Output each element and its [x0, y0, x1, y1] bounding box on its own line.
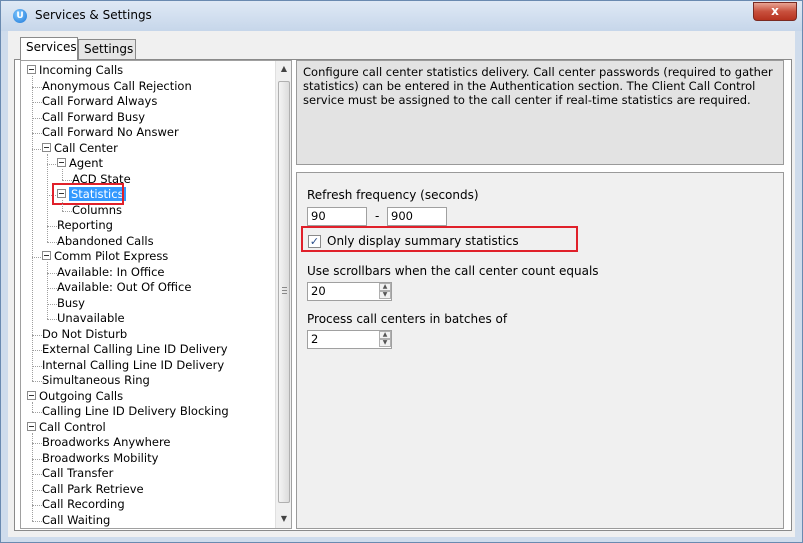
refresh-range-separator: -	[375, 209, 380, 223]
title-bar[interactable]: U Services & Settings x	[1, 1, 802, 31]
tab-services[interactable]: Services	[20, 37, 78, 60]
tree-item[interactable]: Broadworks Anywhere	[42, 435, 171, 450]
tree-item[interactable]: Incoming Calls	[27, 63, 123, 78]
tree-item[interactable]: Internal Calling Line ID Delivery	[42, 358, 224, 373]
scroll-thumb[interactable]	[278, 81, 290, 503]
tree-item-label: Reporting	[57, 218, 113, 232]
spin-down-icon[interactable]: ▼	[379, 291, 391, 299]
scrollbars-count-spinner[interactable]: 20 ▲ ▼	[307, 282, 392, 301]
tree-item[interactable]: Reporting	[57, 218, 113, 233]
tree-item[interactable]: Columns	[72, 203, 122, 218]
tree-item-label: External Calling Line ID Delivery	[42, 342, 228, 356]
collapse-toggle-icon[interactable]	[42, 142, 51, 152]
tree-item[interactable]: Call Forward No Answer	[42, 125, 179, 140]
collapse-toggle-icon[interactable]	[57, 158, 66, 167]
description-text: Configure call center statistics deliver…	[303, 65, 773, 107]
tree-item[interactable]: Call Waiting	[42, 513, 110, 528]
tree-item-label: Calling Line ID Delivery Blocking	[42, 404, 229, 418]
services-tab-panel: Incoming Calls Anonymous Call Rejection Ca…	[14, 59, 792, 531]
tree-scrollbar[interactable]: ▲ ▼	[275, 61, 291, 528]
spin-up-icon[interactable]: ▲	[379, 331, 391, 339]
tree-item-label: Unavailable	[57, 311, 125, 325]
tree-item-label: Abandoned Calls	[57, 233, 154, 248]
tree-item[interactable]: Broadworks Mobility	[42, 451, 158, 466]
services-tree: Incoming Calls Anonymous Call Rejection Ca…	[21, 61, 275, 528]
tree-item[interactable]: Outgoing Calls	[27, 389, 123, 404]
tree-item-label: Call Forward No Answer	[42, 125, 179, 139]
collapse-toggle-icon[interactable]	[27, 390, 36, 400]
refresh-frequency-label: Refresh frequency (seconds)	[307, 188, 479, 202]
tree-item-label: Simultaneous Ring	[42, 373, 150, 387]
tree-item-label: Do Not Disturb	[42, 326, 128, 341]
tree-item-label: Internal Calling Line ID Delivery	[42, 357, 225, 372]
tree-item[interactable]: Call Recording	[42, 497, 125, 512]
window-title: Services & Settings	[35, 8, 152, 22]
scroll-up-arrow-icon[interactable]: ▲	[276, 61, 291, 77]
tree-item-label: Call Control	[39, 419, 106, 434]
tree-item[interactable]: Unavailable	[57, 311, 125, 326]
tree-item[interactable]: Simultaneous Ring	[42, 373, 150, 388]
tab-settings[interactable]: Settings	[78, 39, 136, 59]
tree-item[interactable]: Abandoned Calls	[57, 234, 154, 249]
tree-item-label: Call Recording	[42, 497, 125, 511]
refresh-max-input[interactable]: 900	[387, 207, 447, 226]
tree-item-label: Agent	[69, 156, 104, 170]
tree-item-label: Call Forward Always	[42, 94, 158, 108]
refresh-min-input[interactable]: 90	[307, 207, 367, 226]
spin-down-icon[interactable]: ▼	[379, 339, 391, 347]
tree-item[interactable]: Comm Pilot Express	[42, 249, 168, 264]
tree-item[interactable]: Call Forward Always	[42, 94, 157, 109]
tree-item-label: Call Center	[54, 140, 118, 155]
tree-item-label: Available: In Office	[57, 264, 165, 279]
services-tree-pane: Incoming Calls Anonymous Call Rejection Ca…	[20, 60, 292, 529]
services-settings-window: U Services & Settings x Services Setting…	[0, 0, 803, 543]
scrollbars-count-label: Use scrollbars when the call center coun…	[307, 264, 599, 278]
tree-item[interactable]: Available: Out Of Office	[57, 280, 191, 295]
tree-item-label: Call Forward Busy	[42, 109, 146, 124]
tree-item[interactable]: Call Forward Busy	[42, 110, 145, 125]
tree-item[interactable]: Calling Line ID Delivery Blocking	[42, 404, 229, 419]
tree-item[interactable]: Call Control	[27, 420, 106, 435]
tree-item-label: Outgoing Calls	[39, 388, 124, 403]
app-icon: U	[13, 9, 27, 23]
scroll-down-arrow-icon[interactable]: ▼	[276, 511, 291, 527]
tree-item[interactable]: Call Park Retrieve	[42, 482, 144, 497]
tree-item-label: Incoming Calls	[39, 63, 124, 77]
tree-item-label: Broadworks Mobility	[42, 450, 159, 465]
tree-item-label: Columns	[72, 202, 123, 217]
close-button[interactable]: x	[753, 2, 797, 21]
collapse-toggle-icon[interactable]	[27, 421, 36, 431]
tree-item[interactable]: Anonymous Call Rejection	[42, 79, 192, 94]
batches-spinner[interactable]: 2 ▲ ▼	[307, 330, 392, 349]
statistics-settings-panel: Refresh frequency (seconds) 90 - 900 ✓ O…	[296, 172, 784, 529]
description-panel: Configure call center statistics deliver…	[296, 60, 784, 165]
tree-item[interactable]: Call Transfer	[42, 466, 113, 481]
collapse-toggle-icon[interactable]	[42, 251, 51, 260]
tree-item[interactable]: Available: In Office	[57, 265, 165, 280]
tree-item-label: Call Waiting	[42, 512, 111, 527]
tree-item-label: Anonymous Call Rejection	[42, 78, 192, 93]
tree-item-label: Broadworks Anywhere	[42, 435, 171, 449]
collapse-toggle-icon[interactable]	[27, 65, 36, 74]
tree-item[interactable]: Busy	[57, 296, 85, 311]
summary-highlight-box	[301, 226, 578, 252]
tree-item-label: Call Park Retrieve	[42, 481, 144, 496]
tree-item[interactable]: Do Not Disturb	[42, 327, 127, 342]
tree-item-label: Call Transfer	[42, 466, 114, 480]
spin-up-icon[interactable]: ▲	[379, 283, 391, 291]
tree-item-label: Comm Pilot Express	[54, 249, 169, 263]
tree-item[interactable]: Agent	[57, 156, 103, 171]
dialog-body: Services Settings Incoming Calls Anonymou…	[8, 31, 795, 537]
tree-item-label: Busy	[57, 295, 85, 310]
batches-label: Process call centers in batches of	[307, 312, 508, 326]
tree-item-label: Available: Out Of Office	[57, 280, 192, 294]
tree-item[interactable]: External Calling Line ID Delivery	[42, 342, 228, 357]
tree-item[interactable]: Call Center	[42, 141, 118, 156]
